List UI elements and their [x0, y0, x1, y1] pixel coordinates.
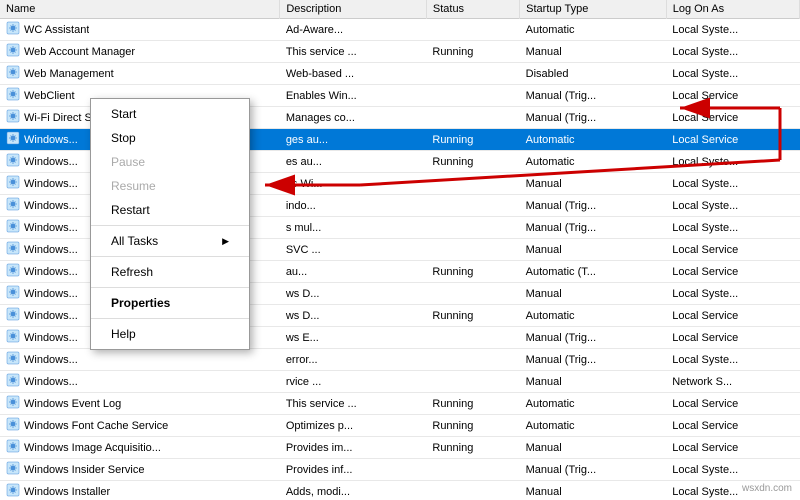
service-icon: [6, 263, 20, 280]
service-name: Windows Insider Service: [24, 464, 144, 476]
col-header-startup: Startup Type: [520, 0, 667, 19]
service-name: Windows...: [24, 376, 78, 388]
service-icon: [6, 417, 20, 434]
table-row[interactable]: Windows InstallerAdds, modi...ManualLoca…: [0, 481, 800, 500]
context-menu-item-refresh[interactable]: Refresh: [91, 260, 249, 284]
service-name: WebClient: [24, 90, 75, 102]
service-icon: [6, 87, 20, 104]
table-row[interactable]: Windows Insider ServiceProvides inf...Ma…: [0, 459, 800, 481]
service-name: Windows...: [24, 354, 78, 366]
service-name: Windows Font Cache Service: [24, 420, 168, 432]
service-name: Windows...: [24, 332, 78, 344]
service-icon: [6, 21, 20, 38]
service-name: Windows...: [24, 134, 78, 146]
col-header-name: Name: [0, 0, 280, 19]
service-icon: [6, 329, 20, 346]
table-row[interactable]: Web Account ManagerThis service ...Runni…: [0, 41, 800, 63]
service-name: Windows Installer: [24, 486, 110, 498]
service-icon: [6, 351, 20, 368]
service-icon: [6, 307, 20, 324]
service-icon: [6, 109, 20, 126]
service-name: Windows...: [24, 178, 78, 190]
context-menu-item-pause: Pause: [91, 150, 249, 174]
service-icon: [6, 483, 20, 500]
service-icon: [6, 285, 20, 302]
service-name: Windows...: [24, 266, 78, 278]
col-header-status: Status: [426, 0, 519, 19]
context-menu-item-all-tasks[interactable]: All Tasks▶: [91, 229, 249, 253]
context-menu-separator: [91, 225, 249, 226]
col-header-desc: Description: [280, 0, 427, 19]
context-menu-separator: [91, 287, 249, 288]
service-name: Web Management: [24, 68, 114, 80]
service-icon: [6, 439, 20, 456]
service-icon: [6, 43, 20, 60]
service-icon: [6, 65, 20, 82]
service-name: Windows...: [24, 156, 78, 168]
context-menu-separator: [91, 318, 249, 319]
table-row[interactable]: Windows Image Acquisitio...Provides im..…: [0, 437, 800, 459]
service-name: Windows Image Acquisitio...: [24, 442, 161, 454]
table-row[interactable]: Windows Font Cache ServiceOptimizes p...…: [0, 415, 800, 437]
service-name: Windows...: [24, 288, 78, 300]
table-row[interactable]: WC AssistantAd-Aware...AutomaticLocal Sy…: [0, 19, 800, 41]
context-menu-item-help[interactable]: Help: [91, 322, 249, 346]
service-icon: [6, 219, 20, 236]
service-name: Web Account Manager: [24, 46, 135, 58]
service-name: Windows Event Log: [24, 398, 121, 410]
service-icon: [6, 131, 20, 148]
service-icon: [6, 395, 20, 412]
service-name: WC Assistant: [24, 24, 89, 36]
context-menu-separator: [91, 256, 249, 257]
service-name: Windows...: [24, 244, 78, 256]
table-row[interactable]: Web ManagementWeb-based ...DisabledLocal…: [0, 63, 800, 85]
submenu-arrow-icon: ▶: [222, 236, 229, 247]
service-icon: [6, 373, 20, 390]
context-menu-item-restart[interactable]: Restart: [91, 198, 249, 222]
col-header-logon: Log On As: [666, 0, 799, 19]
context-menu-item-stop[interactable]: Stop: [91, 126, 249, 150]
service-name: Windows...: [24, 222, 78, 234]
service-icon: [6, 153, 20, 170]
service-icon: [6, 197, 20, 214]
table-row[interactable]: Windows...rvice ...ManualNetwork S...: [0, 371, 800, 393]
context-menu: StartStopPauseResumeRestart All Tasks▶ Ref…: [90, 98, 250, 350]
service-icon: [6, 241, 20, 258]
table-row[interactable]: Windows...error...Manual (Trig...Local S…: [0, 349, 800, 371]
context-menu-item-properties[interactable]: Properties: [91, 291, 249, 315]
table-row[interactable]: Windows Event LogThis service ...Running…: [0, 393, 800, 415]
service-name: Windows...: [24, 200, 78, 212]
context-menu-item-start[interactable]: Start: [91, 102, 249, 126]
watermark: wsxdn.com: [739, 482, 795, 495]
service-icon: [6, 175, 20, 192]
service-name: Windows...: [24, 310, 78, 322]
context-menu-item-resume: Resume: [91, 174, 249, 198]
service-icon: [6, 461, 20, 478]
